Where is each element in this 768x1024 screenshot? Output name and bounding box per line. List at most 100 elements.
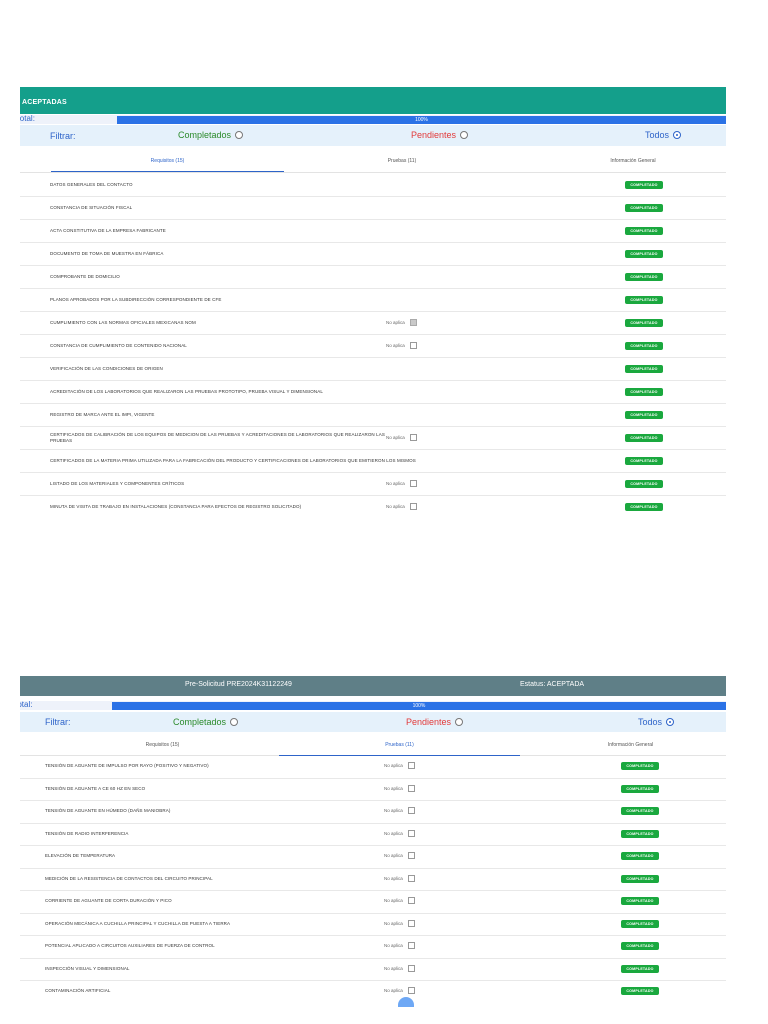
row-label: TENSIÓN DE AGUANTE A CE 60 Hz EN SECO [45, 785, 146, 791]
presolicitud-header: Pre-Solicitud PRE2024K31122249 Estatus: … [20, 676, 726, 696]
status-badge: COMPLETADO [621, 874, 659, 883]
no-aplica-control[interactable]: No aplica [386, 502, 417, 510]
no-aplica-checkbox[interactable] [409, 433, 417, 441]
table-row: ACREDITACIÓN DE LOS LABORATORIOS QUE REA… [20, 380, 726, 404]
no-aplica-checkbox[interactable] [407, 964, 415, 972]
progress-label: nce total: [20, 700, 33, 709]
table-row: ACTA CONSTITUTIVA DE LA EMPRESA FABRICAN… [20, 219, 726, 243]
no-aplica-checkbox[interactable] [409, 502, 417, 510]
scroll-to-top-button[interactable] [398, 997, 414, 1007]
status-header: ACEPTADAS [20, 87, 726, 114]
no-aplica-control[interactable]: No aplica [384, 784, 415, 792]
no-aplica-label: No aplica [384, 763, 403, 769]
filter-pendientes-radio[interactable] [455, 718, 464, 726]
filter-pendientes-radio[interactable] [460, 131, 469, 139]
no-aplica-checkbox[interactable] [407, 852, 415, 860]
filter-completados-option[interactable]: Completados [178, 130, 244, 140]
no-aplica-control[interactable]: No aplica [384, 919, 415, 927]
table-row: CONTAMINACIÓN ARTIFICIAL No aplica COMPLET… [20, 980, 726, 1002]
filter-pendientes-option[interactable]: Pendientes [411, 130, 469, 140]
table-row: CUMPLIMIENTO CON LAS NORMAS OFICIALES ME… [20, 311, 726, 335]
no-aplica-control[interactable]: No aplica [386, 479, 417, 487]
no-aplica-control[interactable]: No aplica [384, 964, 415, 972]
no-aplica-control[interactable]: No aplica [386, 433, 417, 441]
no-aplica-control[interactable]: No aplica [384, 942, 415, 950]
no-aplica-label: No aplica [386, 342, 405, 348]
status-badge: COMPLETADO [621, 852, 659, 861]
filter-todos-radio[interactable] [666, 718, 675, 726]
no-aplica-label: No aplica [384, 898, 403, 904]
no-aplica-checkbox[interactable] [407, 807, 415, 815]
tab-pruebas[interactable]: Pruebas (11) [279, 734, 520, 756]
status-badge: COMPLETADO [625, 249, 663, 258]
progress-row: nce total: 100% [20, 700, 726, 710]
no-aplica-checkbox[interactable] [409, 341, 417, 349]
no-aplica-control[interactable]: No aplica [386, 318, 417, 326]
no-aplica-checkbox[interactable] [407, 762, 415, 770]
table-row: MINUTA DE VISITA DE TRABAJO EN INSTALACI… [20, 495, 726, 512]
no-aplica-label: No aplica [384, 988, 403, 994]
filter-completados-label: Completados [178, 130, 232, 140]
filter-todos-option[interactable]: Todos [638, 717, 675, 727]
no-aplica-control[interactable]: No aplica [384, 874, 415, 882]
no-aplica-checkbox[interactable] [409, 318, 417, 326]
table-row: CERTIFICADOS DE CALIBRACIÓN DE LOS EQUIP… [20, 426, 726, 450]
progress-bar: 100% [112, 702, 726, 710]
row-label: PLANOS APROBADOS POR LA SUBDIRECCIÓN COR… [50, 296, 222, 302]
no-aplica-checkbox[interactable] [407, 784, 415, 792]
no-aplica-checkbox[interactable] [407, 942, 415, 950]
no-aplica-checkbox[interactable] [407, 987, 415, 995]
row-label: CORRIENTE DE AGUANTE DE CORTA DURACIÓN Y… [45, 898, 172, 904]
status-title: ACEPTADAS [22, 99, 67, 106]
status-badge: COMPLETADO [625, 318, 663, 327]
no-aplica-control[interactable]: No aplica [384, 829, 415, 837]
filter-completados-radio[interactable] [230, 718, 239, 726]
status-badge: COMPLETADO [625, 502, 663, 511]
row-label: TENSIÓN DE RADIO INTERFERENCIA [45, 830, 129, 836]
tab-bar: Requisitos (15) Pruebas (11) Información… [20, 734, 726, 756]
progress-bar: 100% [117, 116, 726, 124]
table-row: VERIFICACIÓN DE LAS CONDICIONES DE ORIGE… [20, 357, 726, 381]
tab-informacion-general[interactable]: Información General [540, 150, 726, 172]
no-aplica-label: No aplica [386, 503, 405, 509]
row-label: REGISTRO DE MARCA ANTE EL IMPI, VIGENTE [50, 411, 155, 417]
status-badge: COMPLETADO [625, 226, 663, 235]
progress-row: ance total: 100% [20, 114, 726, 124]
status-badge: COMPLETADO [625, 341, 663, 350]
filter-pendientes-option[interactable]: Pendientes [406, 717, 464, 727]
no-aplica-checkbox[interactable] [407, 829, 415, 837]
row-label: DOCUMENTO DE TOMA DE MUESTRA EN FÁBRICA [50, 250, 164, 256]
row-label: ELEVACIÓN DE TEMPERATURA [45, 853, 116, 859]
tab-requisitos[interactable]: Requisitos (15) [51, 150, 284, 172]
no-aplica-checkbox[interactable] [409, 479, 417, 487]
table-row: TENSIÓN DE AGUANTE A CE 60 Hz EN SECO No … [20, 778, 726, 801]
status-badge: COMPLETADO [625, 456, 663, 465]
row-label: ACTA CONSTITUTIVA DE LA EMPRESA FABRICAN… [50, 227, 166, 233]
filter-completados-radio[interactable] [235, 131, 244, 139]
row-label: CONSTANCIA DE SITUACIÓN FISCAL [50, 204, 133, 210]
no-aplica-control[interactable]: No aplica [384, 807, 415, 815]
status-badge: COMPLETADO [621, 897, 659, 906]
no-aplica-checkbox[interactable] [407, 897, 415, 905]
no-aplica-control[interactable]: No aplica [384, 987, 415, 995]
status-badge: COMPLETADO [625, 479, 663, 488]
status-badge: COMPLETADO [621, 987, 659, 996]
tab-requisitos[interactable]: Requisitos (15) [46, 734, 279, 756]
tab-informacion-general[interactable]: Información General [535, 734, 726, 756]
no-aplica-label: No aplica [386, 434, 405, 440]
filter-todos-radio[interactable] [673, 131, 682, 139]
row-label: CONTAMINACIÓN ARTIFICIAL [45, 988, 111, 994]
table-row: POTENCIAL APLICADO A CIRCUITOS AUXILIARE… [20, 935, 726, 959]
no-aplica-checkbox[interactable] [407, 874, 415, 882]
filter-completados-option[interactable]: Completados [173, 717, 239, 727]
no-aplica-checkbox[interactable] [407, 919, 415, 927]
no-aplica-control[interactable]: No aplica [384, 762, 415, 770]
row-label: CONSTANCIA DE CUMPLIMIENTO DE CONTENIDO … [50, 342, 187, 348]
row-label: INSPECCIÓN VISUAL Y DIMENSIONAL [45, 965, 130, 971]
no-aplica-control[interactable]: No aplica [386, 341, 417, 349]
no-aplica-control[interactable]: No aplica [384, 852, 415, 860]
no-aplica-control[interactable]: No aplica [384, 897, 415, 905]
filter-todos-option[interactable]: Todos [645, 130, 682, 140]
tab-pruebas[interactable]: Pruebas (11) [284, 150, 520, 172]
table-row: ELEVACIÓN DE TEMPERATURA No aplica COMPLET… [20, 845, 726, 869]
